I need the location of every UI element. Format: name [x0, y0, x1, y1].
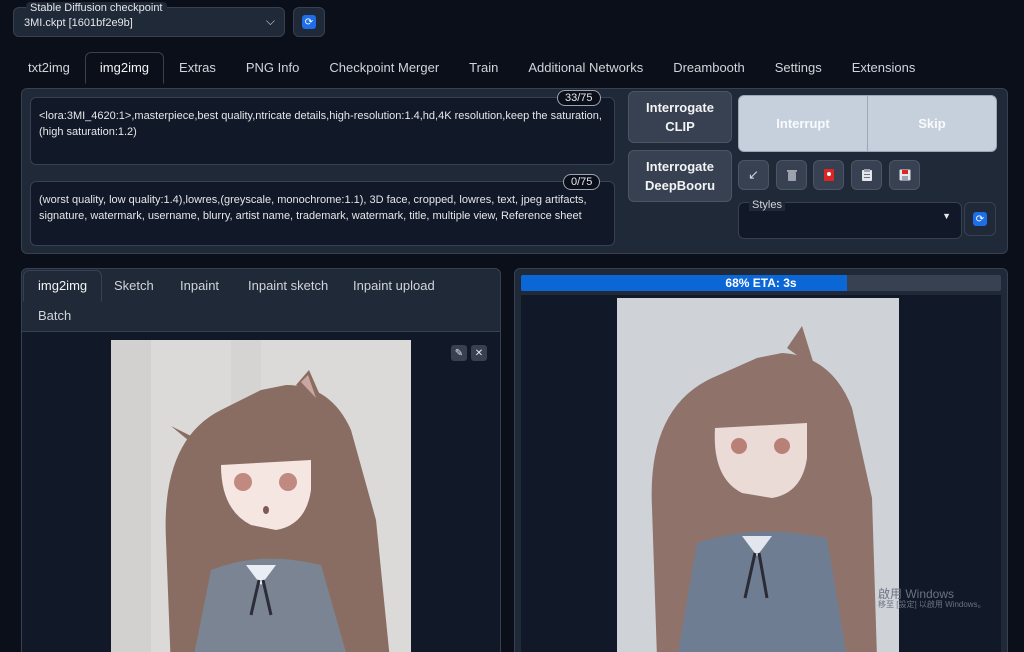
tab-settings[interactable]: Settings — [760, 52, 837, 84]
prompt-token-counter: 33/75 — [557, 90, 601, 106]
negative-prompt-token-counter: 0/75 — [563, 174, 601, 190]
progress-text: 68% ETA: 3s — [725, 276, 797, 290]
show-extra-networks-button[interactable] — [813, 160, 844, 190]
checkpoint-value: 3MI.ckpt [1601bf2e9b] — [24, 17, 133, 29]
input-image-panel: img2img Sketch Inpaint Inpaint sketch In… — [21, 268, 501, 652]
subtab-batch[interactable]: Batch — [23, 300, 86, 332]
save-style-button[interactable] — [889, 160, 920, 190]
interrogate-deepbooru-label: Interrogate DeepBooru — [644, 159, 716, 193]
clipboard-icon — [861, 169, 872, 181]
skip-label: Skip — [918, 116, 946, 131]
input-image — [111, 340, 411, 652]
remove-image-button[interactable]: ✕ — [471, 345, 487, 361]
pencil-icon: ✎ — [454, 347, 464, 359]
tab-extensions[interactable]: Extensions — [837, 52, 931, 84]
tab-extras[interactable]: Extras — [164, 52, 231, 84]
styles-dropdown[interactable]: Styles ▼ — [738, 199, 962, 239]
output-preview-image — [617, 298, 899, 652]
tab-txt2img[interactable]: txt2img — [13, 52, 85, 84]
input-image-dropzone[interactable]: ✎ ✕ — [22, 331, 500, 652]
interrupt-button[interactable]: Interrupt — [738, 95, 868, 152]
tab-dreambooth[interactable]: Dreambooth — [658, 52, 760, 84]
apply-styles-button[interactable] — [851, 160, 882, 190]
subtab-sketch[interactable]: Sketch — [99, 270, 169, 302]
negative-prompt-input[interactable]: (worst quality, low quality:1.4),lowres,… — [30, 181, 615, 246]
refresh-icon: ⟳ — [302, 15, 316, 29]
main-tabs: txt2img img2img Extras PNG Info Checkpoi… — [13, 52, 930, 84]
save-icon — [899, 169, 910, 181]
tab-checkpoint-merger[interactable]: Checkpoint Merger — [314, 52, 454, 84]
clear-prompt-button[interactable] — [776, 160, 807, 190]
subtab-img2img[interactable]: img2img — [23, 270, 103, 302]
windows-activation-hint: 移至 [設定] 以啟用 Windows。 — [878, 600, 986, 609]
tab-additional-networks[interactable]: Additional Networks — [513, 52, 658, 84]
prompt-text: <lora:3MI_4620:1>,masterpiece,best quali… — [39, 110, 602, 138]
refresh-checkpoint-button[interactable]: ⟳ — [293, 7, 325, 37]
tab-train[interactable]: Train — [454, 52, 513, 84]
subtab-inpaint-sketch[interactable]: Inpaint sketch — [233, 270, 343, 302]
interrupt-label: Interrupt — [776, 116, 830, 131]
edit-image-button[interactable]: ✎ — [451, 345, 467, 361]
styles-label: Styles — [749, 199, 785, 211]
trash-icon — [786, 169, 797, 181]
checkpoint-label: Stable Diffusion checkpoint — [26, 2, 167, 14]
red-card-icon — [823, 169, 834, 181]
checkpoint-dropdown[interactable]: Stable Diffusion checkpoint 3MI.ckpt [16… — [13, 2, 285, 37]
close-icon: ✕ — [474, 347, 484, 359]
subtab-inpaint[interactable]: Inpaint — [165, 270, 234, 302]
prompt-input[interactable]: <lora:3MI_4620:1>,masterpiece,best quali… — [30, 97, 615, 165]
negative-prompt-text: (worst quality, low quality:1.4),lowres,… — [39, 194, 587, 222]
subtab-inpaint-upload[interactable]: Inpaint upload — [338, 270, 450, 302]
chevron-down-icon: ⌵ — [265, 14, 275, 28]
interrogate-deepbooru-button[interactable]: Interrogate DeepBooru — [628, 150, 732, 202]
arrow-down-left-icon: ↙ — [748, 167, 759, 182]
caret-down-icon: ▼ — [942, 211, 951, 221]
tab-png-info[interactable]: PNG Info — [231, 52, 314, 84]
refresh-styles-button[interactable]: ⟳ — [964, 202, 996, 236]
tab-img2img[interactable]: img2img — [84, 52, 165, 84]
interrogate-clip-label: Interrogate CLIP — [646, 100, 714, 134]
skip-button[interactable]: Skip — [867, 95, 997, 152]
refresh-icon: ⟳ — [973, 212, 987, 226]
progress-bar: 68% ETA: 3s — [521, 275, 1001, 291]
interrogate-clip-button[interactable]: Interrogate CLIP — [628, 91, 732, 143]
send-to-prompt-button[interactable]: ↙ — [738, 160, 769, 190]
